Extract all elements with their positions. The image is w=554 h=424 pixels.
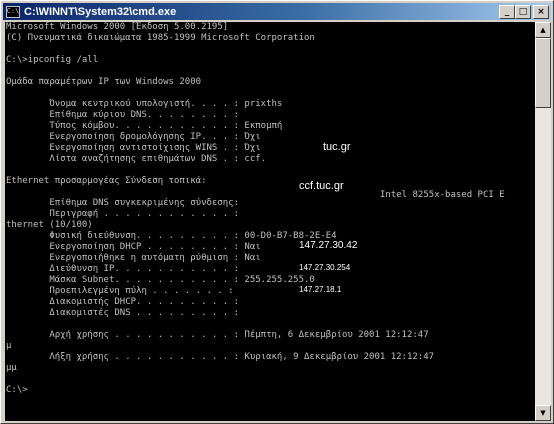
- console-line: C:\>: [6, 385, 28, 395]
- console-line: Τύπος κόμβου. . . . . . . . . . . : Εκπο…: [6, 121, 283, 131]
- console-line: Φυσική διεύθυνση. . . . . . . . . : 00-D…: [6, 231, 337, 241]
- console-line: Λίστα αναζήτησης επιθημάτων DNS . : ccf.: [6, 154, 267, 164]
- maximize-icon: □: [518, 6, 528, 17]
- console-line: Λήξη χρήσης . . . . . . . . . . . : Κυρι…: [6, 352, 435, 362]
- scroll-thumb[interactable]: [535, 38, 551, 108]
- maximize-button[interactable]: □: [515, 5, 531, 19]
- console-line: Ενεργοποίηση DHCP . . . . . . . . : Ναι: [6, 242, 261, 252]
- cmd-window: C:\ C:\WINNT\System32\cmd.exe _ □ × Micr…: [0, 0, 554, 424]
- console-line: Επίθημα κύριου DNS. . . . . . . . :: [6, 110, 239, 120]
- title-bar[interactable]: C:\ C:\WINNT\System32\cmd.exe _ □ ×: [3, 3, 551, 20]
- dns-server-value: 147.27.18.1: [298, 285, 343, 295]
- close-icon: ×: [537, 6, 545, 17]
- console-line: thernet (10/100): [6, 220, 93, 230]
- console-output[interactable]: Microsoft Windows 2000 [Έκδοση 5.00.2195…: [5, 22, 535, 421]
- console-line: Ομάδα παραμέτρων IP των Windows 2000: [6, 77, 202, 87]
- console-line: Διεύθυνση IP. . . . . . . . . . . :: [6, 264, 239, 274]
- scroll-down-button[interactable]: ▼: [535, 405, 551, 421]
- ip-address-value: 147.27.30.42: [298, 240, 359, 251]
- console-line: Αρχή χρήσης . . . . . . . . . . . : Πέμπ…: [6, 330, 429, 340]
- console-line: Μάσκα Subnet. . . . . . . . . . . : 255.…: [6, 275, 315, 285]
- default-gateway-value: 147.27.30.254: [298, 263, 352, 273]
- dns-suffix-search-tail: tuc.gr: [322, 141, 352, 153]
- console-line: Microsoft Windows 2000 [Έκδοση 5.00.2195…: [6, 22, 229, 32]
- minimize-icon: _: [504, 6, 510, 17]
- console-app-icon-label: C:\: [6, 7, 20, 15]
- console-line: μμ: [6, 363, 17, 373]
- console-line: Ενεργοποίηση αντιστοίχισης WINS . : Όχι: [6, 143, 261, 153]
- console-app-icon[interactable]: C:\: [6, 5, 20, 18]
- adapter-description-value: Intel 8255x-based PCI E: [380, 190, 505, 200]
- console-line: Ethernet προσαρμογέας Σύνδεση τοπικά:: [6, 176, 207, 186]
- console-line: C:\>ipconfig /all: [6, 55, 99, 65]
- vertical-scrollbar[interactable]: ▲ ▼: [535, 22, 551, 421]
- console-line: (C) Πνευματικά δικαιώματα 1985-1999 Micr…: [6, 33, 315, 43]
- console-line: Επίθημα DNS συγκεκριμένης σύνδεσης:: [6, 198, 239, 208]
- console-line: Προεπιλεγμένη πύλη . . . . . . . :: [6, 286, 234, 296]
- scroll-down-icon: ▼: [540, 409, 546, 417]
- minimize-button[interactable]: _: [499, 5, 515, 19]
- console-line: μ: [6, 341, 12, 351]
- console-line: Διακομιστής DHCP. . . . . . . . . :: [6, 297, 239, 307]
- scroll-up-button[interactable]: ▲: [535, 22, 551, 38]
- scroll-up-icon: ▲: [540, 26, 546, 34]
- window-title: C:\WINNT\System32\cmd.exe: [24, 5, 177, 18]
- console-line: Περιγραφή . . . . . . . . . . . . :: [6, 209, 239, 219]
- console-line: Διακομιστές DNS . . . . . . . . . :: [6, 308, 239, 318]
- window-controls: _ □ ×: [499, 5, 549, 19]
- close-button[interactable]: ×: [533, 5, 549, 19]
- connection-dns-suffix-value: ccf.tuc.gr: [298, 180, 345, 192]
- console-line: Ενεργοποιήθηκε η αυτόματη ρύθμιση : Ναι: [6, 253, 261, 263]
- console-line: Ενεργοποίηση δρομολόγησης IP. . . : Όχι: [6, 132, 261, 142]
- console-line: Όνομα κεντρικού υπολογιστή. . . . : prix…: [6, 99, 283, 109]
